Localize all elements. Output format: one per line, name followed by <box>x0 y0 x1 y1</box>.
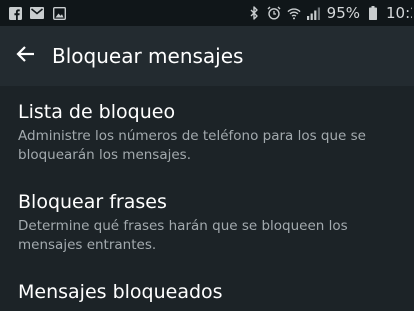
wifi-icon <box>287 6 301 20</box>
alarm-icon <box>267 6 281 20</box>
setting-block-phrases[interactable]: Bloquear frases Determine qué frases har… <box>0 190 414 255</box>
back-button[interactable] <box>0 26 50 86</box>
bluetooth-icon <box>247 6 261 20</box>
email-icon <box>30 6 44 20</box>
arrow-left-icon <box>15 45 35 67</box>
page-title: Bloquear mensajes <box>52 44 244 68</box>
app-toolbar: Bloquear mensajes <box>0 26 414 86</box>
setting-description: Administre los números de teléfono para … <box>18 128 366 163</box>
status-bar: 95% 10:2 <box>0 0 414 26</box>
setting-block-list[interactable]: Lista de bloqueo Administre los números … <box>0 100 414 165</box>
image-icon <box>52 6 66 20</box>
setting-description: Determine qué frases harán que se bloque… <box>18 218 348 253</box>
system-icons: 95% 10:2 <box>247 4 414 22</box>
signal-icon <box>306 6 321 20</box>
setting-title: Lista de bloqueo <box>18 101 176 123</box>
setting-blocked-messages[interactable]: Mensajes bloqueados <box>0 280 414 304</box>
battery-icon <box>366 6 380 20</box>
status-time: 10:2 <box>386 4 412 22</box>
battery-percent: 95% <box>326 4 360 22</box>
notification-icons <box>0 6 66 20</box>
facebook-icon <box>8 6 22 20</box>
setting-title: Mensajes bloqueados <box>18 281 223 303</box>
setting-title: Bloquear frases <box>18 191 167 213</box>
